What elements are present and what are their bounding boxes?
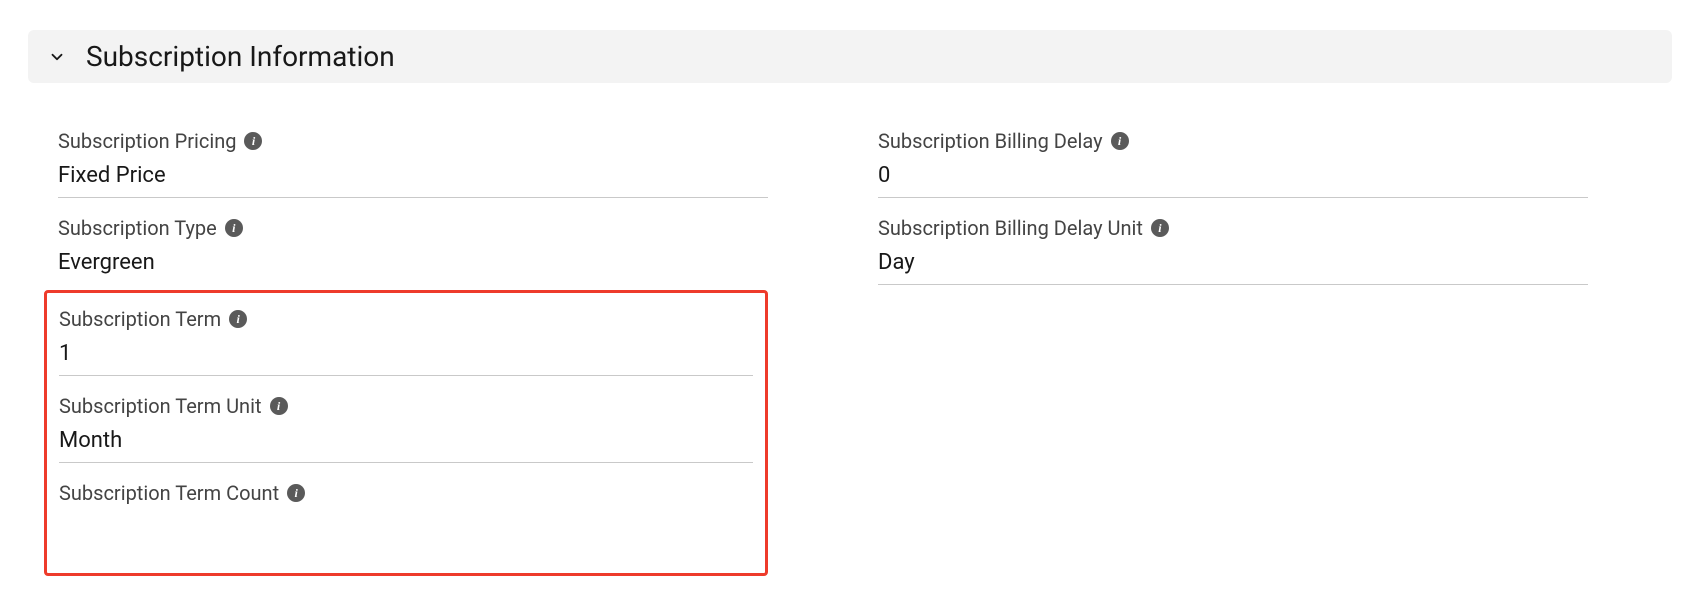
- field-value: 1: [59, 341, 753, 369]
- highlight-box: Subscription Term i 1 Subscription Term …: [44, 290, 768, 576]
- label-text: Subscription Term: [59, 307, 221, 331]
- field-label: Subscription Billing Delay i: [878, 129, 1588, 153]
- field-subscription-type: Subscription Type i Evergreen: [58, 198, 768, 284]
- label-text: Subscription Term Unit: [59, 394, 262, 418]
- info-icon[interactable]: i: [1111, 132, 1129, 150]
- label-text: Subscription Billing Delay Unit: [878, 216, 1143, 240]
- label-text: Subscription Type: [58, 216, 217, 240]
- right-column: Subscription Billing Delay i 0 Subscript…: [878, 111, 1588, 285]
- chevron-down-icon: [46, 46, 68, 68]
- field-value: [59, 515, 753, 543]
- field-value: Evergreen: [58, 250, 768, 278]
- section-header[interactable]: Subscription Information: [28, 30, 1672, 83]
- info-icon[interactable]: i: [229, 310, 247, 328]
- field-subscription-pricing: Subscription Pricing i Fixed Price: [58, 111, 768, 198]
- label-text: Subscription Billing Delay: [878, 129, 1103, 153]
- field-value: Day: [878, 250, 1588, 278]
- info-icon[interactable]: i: [287, 484, 305, 502]
- field-subscription-term-count: Subscription Term Count i: [59, 463, 753, 549]
- section-title: Subscription Information: [86, 40, 395, 73]
- field-label: Subscription Pricing i: [58, 129, 768, 153]
- field-label: Subscription Term Count i: [59, 481, 753, 505]
- info-icon[interactable]: i: [270, 397, 288, 415]
- info-icon[interactable]: i: [1151, 219, 1169, 237]
- field-value: Fixed Price: [58, 163, 768, 191]
- field-subscription-billing-delay-unit: Subscription Billing Delay Unit i Day: [878, 198, 1588, 285]
- label-text: Subscription Pricing: [58, 129, 236, 153]
- field-subscription-term: Subscription Term i 1: [59, 293, 753, 376]
- field-subscription-term-unit: Subscription Term Unit i Month: [59, 376, 753, 463]
- info-icon[interactable]: i: [225, 219, 243, 237]
- info-icon[interactable]: i: [244, 132, 262, 150]
- field-label: Subscription Term i: [59, 307, 753, 331]
- field-value: 0: [878, 163, 1588, 191]
- field-subscription-billing-delay: Subscription Billing Delay i 0: [878, 111, 1588, 198]
- field-label: Subscription Type i: [58, 216, 768, 240]
- field-value: Month: [59, 428, 753, 456]
- label-text: Subscription Term Count: [59, 481, 279, 505]
- left-column: Subscription Pricing i Fixed Price Subsc…: [58, 111, 768, 576]
- field-label: Subscription Term Unit i: [59, 394, 753, 418]
- field-label: Subscription Billing Delay Unit i: [878, 216, 1588, 240]
- fields-container: Subscription Pricing i Fixed Price Subsc…: [28, 111, 1672, 576]
